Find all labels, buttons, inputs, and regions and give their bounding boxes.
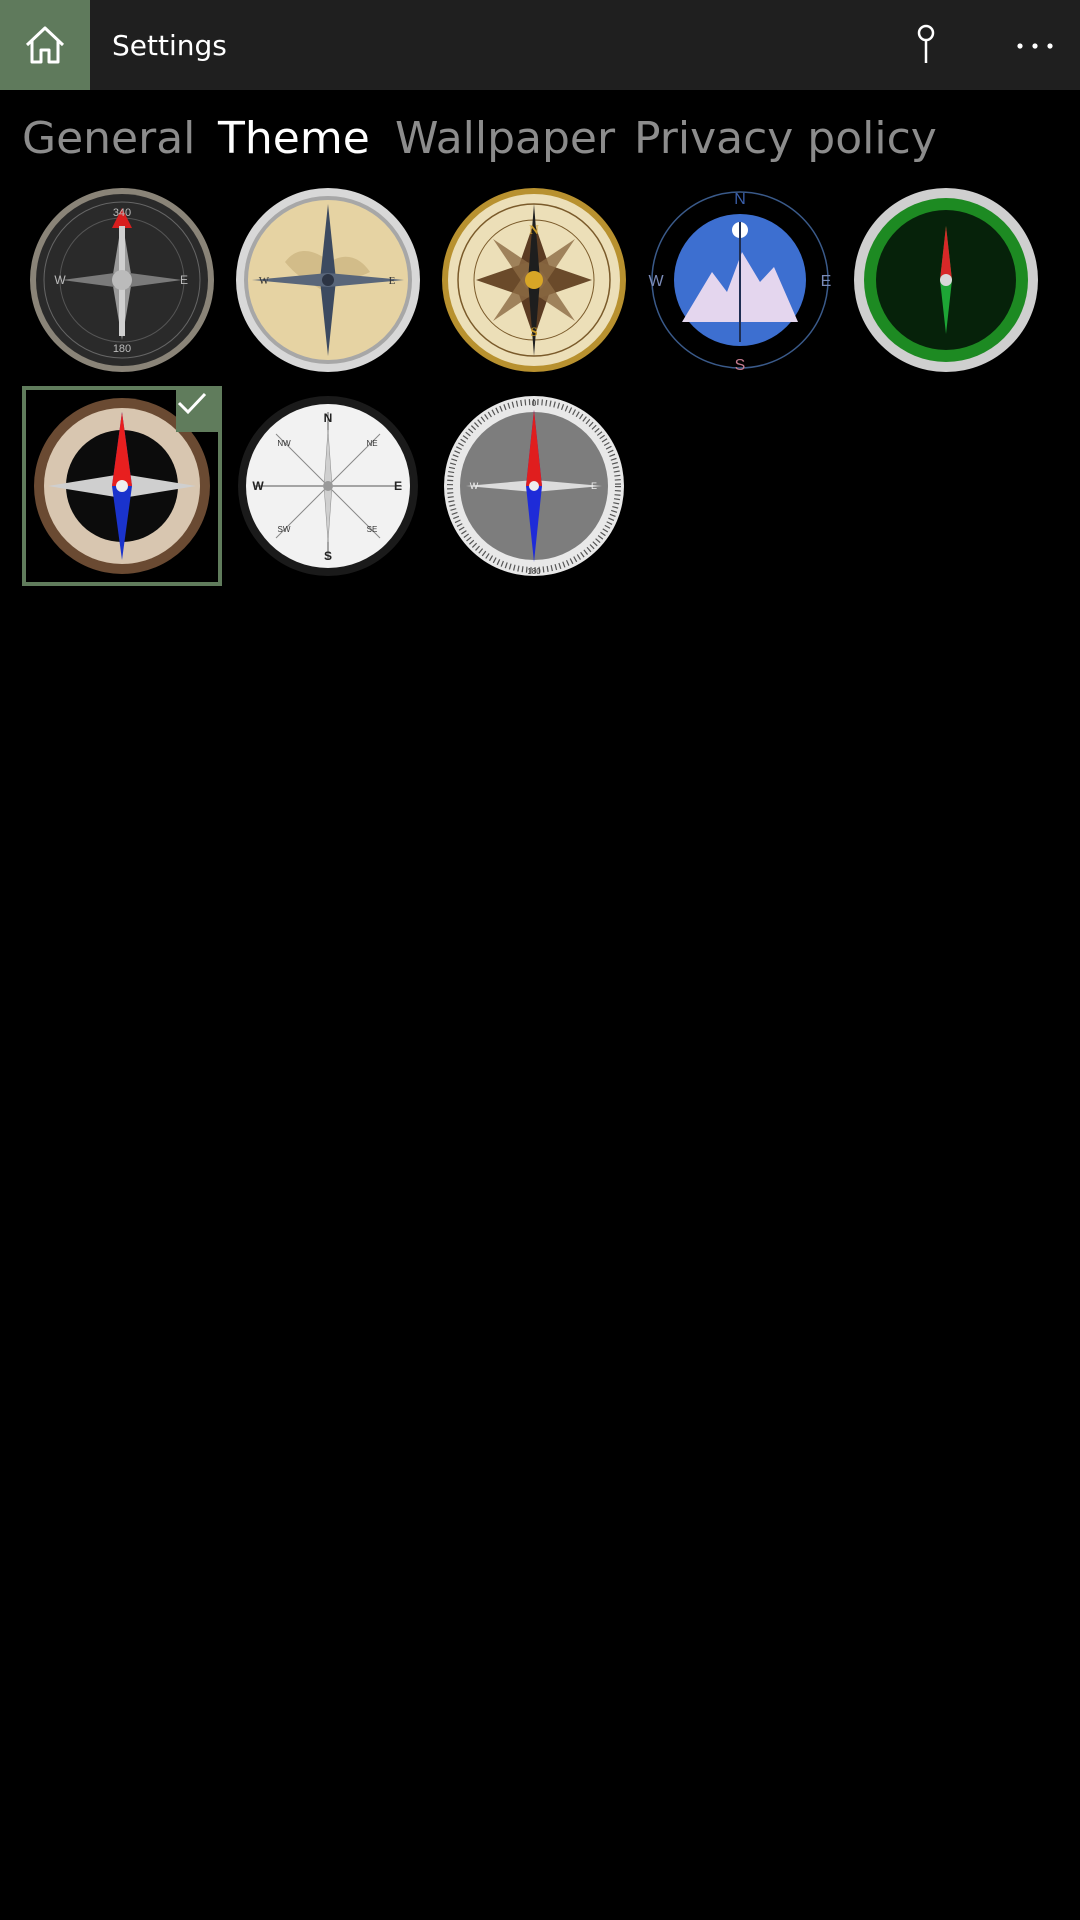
gray-compass-s-label: 180 xyxy=(527,567,541,576)
white-compass-nw-label: NW xyxy=(277,439,291,448)
settings-tabs: General Theme Wallpaper Privacy policy xyxy=(0,104,1080,174)
dark-compass-w-label: W xyxy=(54,273,66,287)
theme-tile-gray-dial[interactable]: 0 W E 180 xyxy=(436,388,632,584)
white-compass-ne-label: NE xyxy=(366,439,377,448)
home-button[interactable] xyxy=(0,0,90,90)
dark-compass-n-label: 340 xyxy=(113,207,131,219)
theme-tile-antique-rose[interactable]: N S xyxy=(436,182,632,378)
theme-tile-green-radar[interactable] xyxy=(848,182,1044,378)
gold-compass-e-label: E xyxy=(389,275,396,287)
mountain-compass-n-label: N xyxy=(734,191,746,208)
antique-rose-compass-icon: N S xyxy=(442,188,626,372)
antique-compass-s-label: S xyxy=(530,324,537,339)
gray-compass-w-label: W xyxy=(470,481,479,491)
home-icon xyxy=(25,26,65,64)
white-compass-s-label: S xyxy=(324,549,332,563)
pin-button[interactable] xyxy=(904,18,948,72)
gray-compass-n-label: 0 xyxy=(532,399,537,408)
mountain-compass-w-label: W xyxy=(648,273,664,290)
white-dial-compass-icon: N W E S NW NE SW SE xyxy=(238,396,418,576)
theme-tile-bronze-star[interactable] xyxy=(22,386,222,586)
gray-dial-compass-icon: 0 W E 180 xyxy=(444,396,624,576)
white-compass-n-label: N xyxy=(324,411,333,425)
gold-world-map-compass-icon: W E xyxy=(236,188,420,372)
gold-compass-w-label: W xyxy=(259,275,270,287)
checkmark-icon xyxy=(177,392,207,415)
gray-compass-e-label: E xyxy=(591,481,597,491)
theme-tile-gold-world-map[interactable]: W E xyxy=(230,182,426,378)
theme-tile-mountain-night[interactable]: N W E S xyxy=(642,182,838,378)
white-compass-e-label: E xyxy=(394,479,402,493)
app-title: Settings xyxy=(112,29,227,62)
tab-general[interactable]: General xyxy=(22,104,195,174)
dark-compass-e-label: E xyxy=(180,273,188,287)
more-ellipsis-icon xyxy=(1017,43,1053,49)
mountain-compass-e-label: E xyxy=(821,273,832,290)
white-compass-sw-label: SW xyxy=(278,525,291,534)
pin-icon xyxy=(917,24,935,63)
green-radar-compass-icon xyxy=(854,188,1038,372)
tab-theme[interactable]: Theme xyxy=(218,104,370,174)
white-compass-w-label: W xyxy=(252,479,264,493)
mountain-night-compass-icon: N W E S xyxy=(648,191,832,374)
theme-tile-dark-classic[interactable]: 340 W E 180 xyxy=(24,182,220,378)
tab-wallpaper[interactable]: Wallpaper xyxy=(395,104,615,174)
more-options-button[interactable] xyxy=(1010,24,1060,68)
title-bar: Settings xyxy=(0,0,1080,90)
dark-classic-compass-icon: 340 W E 180 xyxy=(30,188,214,372)
dark-compass-s-label: 180 xyxy=(113,343,131,355)
theme-tile-white-dial[interactable]: N W E S NW NE SW SE xyxy=(230,388,426,584)
mountain-compass-s-label: S xyxy=(735,357,746,374)
selected-check-badge xyxy=(176,390,218,432)
antique-compass-n-label: N xyxy=(529,222,539,237)
tab-privacy-policy[interactable]: Privacy policy xyxy=(634,104,937,174)
white-compass-se-label: SE xyxy=(367,525,378,534)
